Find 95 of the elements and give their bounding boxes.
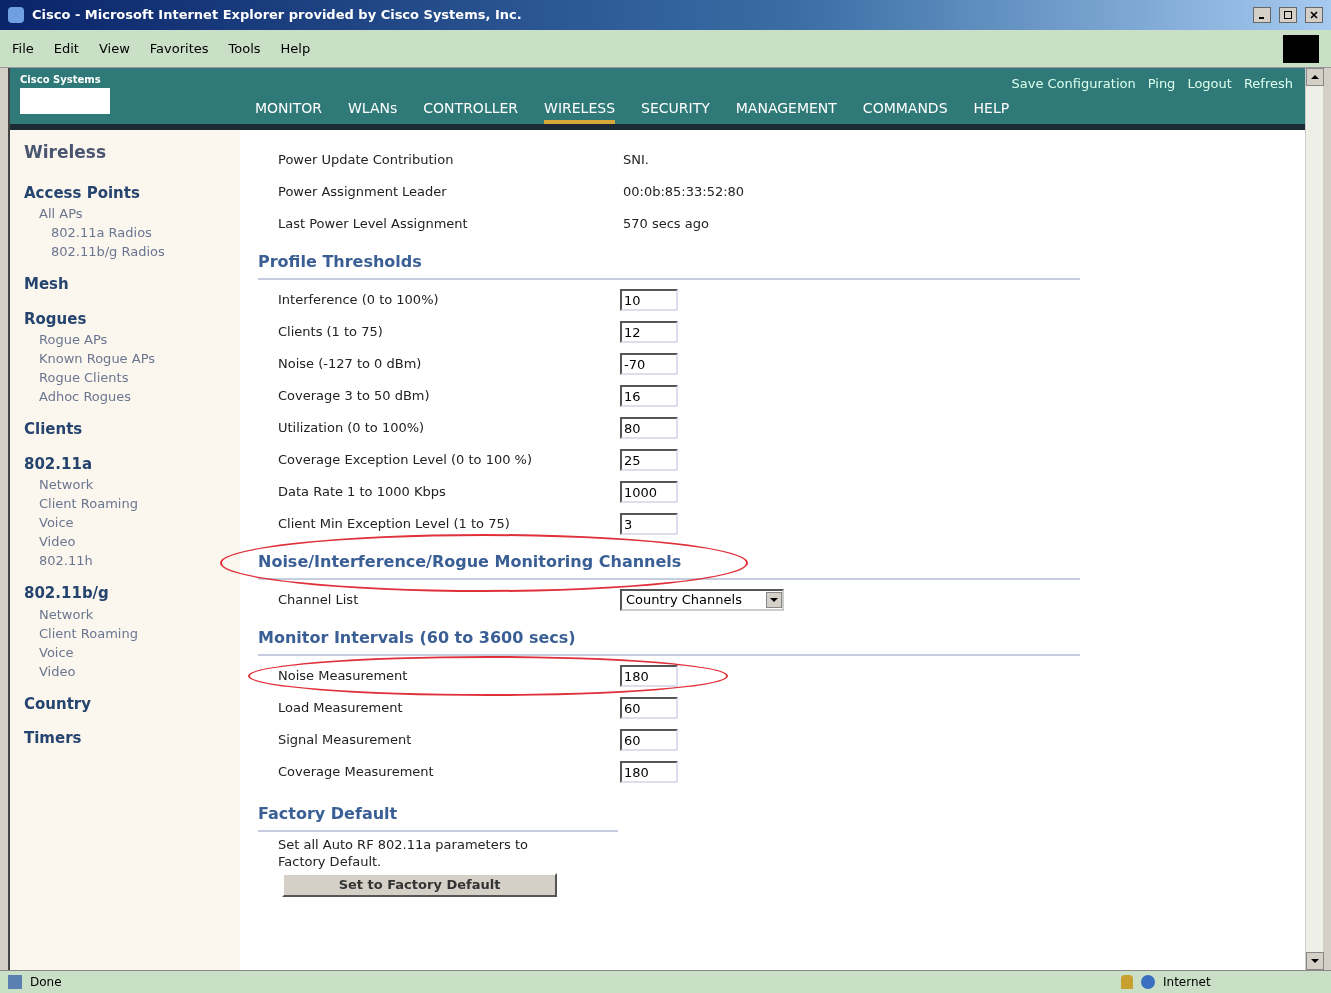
field-label: Clients (1 to 75) xyxy=(278,324,384,340)
channel-dropdown[interactable]: Country Channels xyxy=(620,589,784,611)
input-field[interactable]: 80 xyxy=(620,417,678,439)
field-label: Data Rate 1 to 1000 Kbps xyxy=(278,484,447,500)
field-label: Coverage Measurement xyxy=(278,764,435,780)
input-field[interactable]: 25 xyxy=(620,449,678,471)
info-label: Power Update Contribution xyxy=(278,151,455,170)
factory-default-button[interactable]: Set to Factory Default xyxy=(282,873,557,897)
sidebar-link[interactable]: 802.11a Radios xyxy=(24,223,226,242)
menu-item[interactable]: Edit xyxy=(53,38,79,59)
input-field[interactable]: 3 xyxy=(620,513,678,535)
field-label: Coverage 3 to 50 dBm) xyxy=(278,388,431,404)
close-icon xyxy=(1310,11,1318,19)
info-label: Power Assignment Leader xyxy=(278,183,448,202)
info-value: 00:0b:85:33:52:80 xyxy=(623,183,745,202)
sidebar-link[interactable]: All APs xyxy=(24,204,226,223)
minimize-button[interactable] xyxy=(1253,7,1271,23)
field-label: Noise Measurement xyxy=(278,668,409,684)
nav-tab[interactable]: WIRELESS xyxy=(544,98,616,124)
field-label: Signal Measurement xyxy=(278,732,413,748)
sidebar-link[interactable]: Voice xyxy=(24,513,226,532)
input-field[interactable]: 180 xyxy=(620,761,678,783)
sidebar-link[interactable]: Voice xyxy=(24,642,226,662)
menu-item[interactable]: View xyxy=(98,38,130,59)
input-field[interactable]: 1000 xyxy=(620,481,678,503)
section-title: Monitor Intervals (60 to 3600 secs) xyxy=(258,628,576,647)
field-label: Channel List xyxy=(278,592,360,608)
scroll-down-icon[interactable] xyxy=(1306,952,1324,970)
header-link[interactable]: Save Configuration xyxy=(1011,74,1136,94)
header-link[interactable]: Refresh xyxy=(1243,74,1293,94)
field-label: Utilization (0 to 100%) xyxy=(278,420,426,436)
nav-tab[interactable]: SECURITY xyxy=(641,98,710,124)
sidebar-link[interactable]: Adhoc Rogues xyxy=(24,387,226,406)
menu-item[interactable]: Favorites xyxy=(149,38,209,59)
logo-text: Cisco Systems xyxy=(20,74,102,86)
menu-item[interactable]: Tools xyxy=(228,38,261,59)
nav-tab[interactable]: MONITOR xyxy=(255,98,322,124)
close-button[interactable] xyxy=(1305,7,1323,23)
section-title: Factory Default xyxy=(258,802,618,832)
nav-tab[interactable]: COMMANDS xyxy=(862,98,948,124)
sidebar-link[interactable]: Rogue Clients xyxy=(24,368,226,387)
field-label: Interference (0 to 100%) xyxy=(278,292,440,308)
input-field[interactable]: 12 xyxy=(620,321,678,343)
menu-item[interactable]: Help xyxy=(280,38,311,59)
sidebar-link[interactable]: Mesh xyxy=(24,273,226,296)
nav-tab[interactable]: CONTROLLER xyxy=(423,98,519,124)
info-value: SNI. xyxy=(623,151,649,170)
sidebar-link[interactable]: 802.11a xyxy=(24,452,226,475)
maximize-icon xyxy=(1284,11,1292,19)
sidebar-link[interactable]: Rogues xyxy=(24,307,226,330)
section-title: Profile Thresholds xyxy=(258,252,422,271)
sidebar-link[interactable]: Network xyxy=(24,604,226,624)
sidebar-link[interactable]: 802.11h xyxy=(24,551,226,570)
sidebar-link[interactable]: Country xyxy=(24,692,226,715)
nav-tab[interactable]: HELP xyxy=(973,98,1010,124)
sidebar-link[interactable]: Video xyxy=(24,532,226,551)
input-field[interactable]: 60 xyxy=(620,729,678,751)
info-label: Last Power Level Assignment xyxy=(278,215,469,234)
window-title: Cisco - Microsoft Internet Explorer provided by Cisco Systems, Inc. xyxy=(32,6,523,25)
input-field[interactable]: -70 xyxy=(620,353,678,375)
sidebar-link[interactable]: Clients xyxy=(24,418,226,441)
sidebar-link[interactable]: Network xyxy=(24,475,226,494)
input-field[interactable]: 16 xyxy=(620,385,678,407)
globe-icon xyxy=(1141,975,1155,989)
menu-item[interactable]: File xyxy=(12,38,34,59)
scrollbar[interactable] xyxy=(1305,68,1323,970)
zone-text: Internet xyxy=(1163,974,1212,991)
factory-default-description: Set all Auto RF 802.11a parameters to Factory Default. xyxy=(277,836,529,870)
maximize-button[interactable] xyxy=(1279,7,1297,23)
sidebar-link[interactable]: Known Rogue APs xyxy=(24,349,226,368)
field-label: Client Min Exception Level (1 to 75) xyxy=(278,516,511,532)
sidebar-link[interactable]: Timers xyxy=(24,727,226,750)
input-field[interactable]: 10 xyxy=(620,289,678,311)
sidebar-link[interactable]: Client Roaming xyxy=(24,494,226,513)
sidebar-link[interactable]: Rogue APs xyxy=(24,330,226,349)
info-value: 570 secs ago xyxy=(623,215,709,234)
nav-tab[interactable]: WLANs xyxy=(348,98,398,124)
nav-tab[interactable]: MANAGEMENT xyxy=(735,98,837,124)
sidebar-link[interactable]: 802.11b/g Radios xyxy=(24,242,226,261)
sidebar-link[interactable]: Access Points xyxy=(24,181,226,204)
section-title: Noise/Interference/Rogue Monitoring Channels xyxy=(258,552,682,571)
sidebar-title: Wireless xyxy=(24,141,108,164)
header-link[interactable]: Ping xyxy=(1147,74,1176,94)
lock-icon xyxy=(1121,975,1133,989)
status-text: Done xyxy=(30,974,63,991)
field-label: Coverage Exception Level (0 to 100 %) xyxy=(278,452,533,468)
input-field[interactable]: 60 xyxy=(620,697,678,719)
scroll-up-icon[interactable] xyxy=(1306,68,1324,86)
input-field[interactable]: 180 xyxy=(620,665,678,687)
sidebar-link[interactable]: Client Roaming xyxy=(24,623,226,643)
sidebar-link[interactable]: 802.11b/g xyxy=(24,582,226,605)
sidebar-link[interactable]: Video xyxy=(24,661,226,681)
header-link[interactable]: Logout xyxy=(1187,74,1232,94)
field-label: Noise (-127 to 0 dBm) xyxy=(278,356,423,372)
field-label: Load Measurement xyxy=(278,700,404,716)
